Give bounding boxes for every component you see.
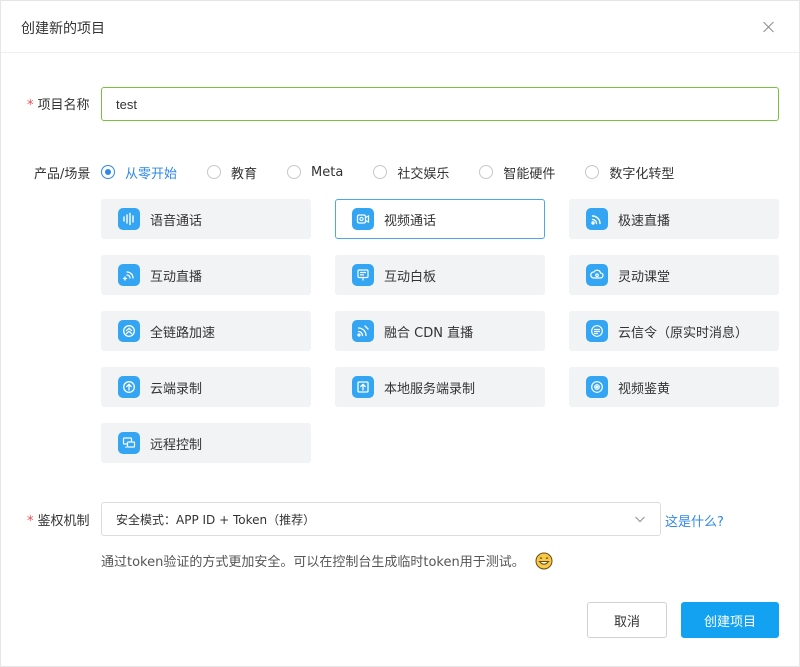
dialog-header: 创建新的项目 xyxy=(1,1,799,53)
auth-label: * 鉴权机制 xyxy=(27,510,90,529)
broadcast-icon xyxy=(586,208,608,230)
radio-dot xyxy=(479,165,494,179)
product-card-label: 灵动课堂 xyxy=(618,269,671,285)
close-icon[interactable] xyxy=(759,17,779,37)
scene-radio-label: 从零开始 xyxy=(125,166,178,182)
cancel-button[interactable]: 取消 xyxy=(587,602,667,638)
auth-hint: 通过token验证的方式更加安全。可以在控制台生成临时token用于测试。 xyxy=(101,551,553,570)
product-card-label: 视频鉴黄 xyxy=(618,381,671,397)
required-mark: * xyxy=(27,514,34,529)
radio-dot xyxy=(373,165,388,179)
radio-dot xyxy=(101,165,115,179)
product-card-label: 全链路加速 xyxy=(150,325,216,341)
product-card-full-link-acceleration[interactable]: 全链路加速 xyxy=(101,311,311,351)
local-record-icon xyxy=(352,376,374,398)
scene-radio-digital-transform[interactable]: 数字化转型 xyxy=(585,163,674,182)
project-name-label: * 项目名称 xyxy=(27,94,90,113)
product-card-whiteboard[interactable]: 互动白板 xyxy=(335,255,545,295)
scene-label: 产品/场景 xyxy=(34,167,91,182)
project-name-label-text: 项目名称 xyxy=(37,98,90,113)
product-card-fast-live[interactable]: 极速直播 xyxy=(569,199,779,239)
scene-radio-label: 社交娱乐 xyxy=(397,166,450,182)
product-card-label: 互动直播 xyxy=(150,269,203,285)
radio-dot xyxy=(287,165,302,179)
product-card-remote-control[interactable]: 远程控制 xyxy=(101,423,311,463)
cdn-live-icon xyxy=(352,320,374,342)
product-card-label: 云信令（原实时消息） xyxy=(618,325,749,341)
interactive-live-icon xyxy=(118,264,140,286)
scene-radio-education[interactable]: 教育 xyxy=(207,163,257,182)
create-project-dialog: 创建新的项目 *项目名称 产品/场景 从零开始 教育 Meta 社交娱乐 智能硬… xyxy=(0,0,800,667)
message-icon xyxy=(586,320,608,342)
product-card-label: 云端录制 xyxy=(150,381,203,397)
content-moderation-icon xyxy=(586,376,608,398)
classroom-icon xyxy=(586,264,608,286)
product-card-interactive-live[interactable]: 互动直播 xyxy=(101,255,311,295)
product-card-label: 视频通话 xyxy=(384,213,437,229)
scene-radio-group: 从零开始 教育 Meta 社交娱乐 智能硬件 数字化转型 xyxy=(101,162,704,182)
product-card-cloud-signaling[interactable]: 云信令（原实时消息） xyxy=(569,311,779,351)
acceleration-icon xyxy=(118,320,140,342)
smile-emoji-icon xyxy=(535,552,553,569)
required-mark: * xyxy=(27,98,34,113)
remote-control-icon xyxy=(118,432,140,454)
product-card-local-recording[interactable]: 本地服务端录制 xyxy=(335,367,545,407)
what-is-this-link[interactable]: 这是什么? xyxy=(665,511,724,530)
scene-radio-label: Meta xyxy=(311,164,344,180)
product-card-video-call[interactable]: 视频通话 xyxy=(335,199,545,239)
product-card-classroom[interactable]: 灵动课堂 xyxy=(569,255,779,295)
product-card-label: 极速直播 xyxy=(618,213,671,229)
product-card-label: 互动白板 xyxy=(384,269,437,285)
product-card-label: 语音通话 xyxy=(150,213,203,229)
voice-wave-icon xyxy=(118,208,140,230)
auth-mode-value: 安全模式：APP ID + Token（推荐） xyxy=(116,512,316,527)
scene-radio-from-scratch[interactable]: 从零开始 xyxy=(101,163,177,182)
chevron-down-icon xyxy=(635,516,645,523)
scene-radio-social[interactable]: 社交娱乐 xyxy=(373,163,449,182)
product-card-cdn-live[interactable]: 融合 CDN 直播 xyxy=(335,311,545,351)
auth-label-text: 鉴权机制 xyxy=(37,514,90,529)
product-card-label: 远程控制 xyxy=(150,437,203,453)
product-card-content-moderation[interactable]: 视频鉴黄 xyxy=(569,367,779,407)
scene-radio-label: 智能硬件 xyxy=(503,166,556,182)
product-card-cloud-recording[interactable]: 云端录制 xyxy=(101,367,311,407)
scene-radio-meta[interactable]: Meta xyxy=(287,165,343,180)
product-card-label: 本地服务端录制 xyxy=(384,381,476,397)
scene-radio-smart-hardware[interactable]: 智能硬件 xyxy=(479,163,555,182)
project-name-input[interactable] xyxy=(101,87,779,121)
product-card-voice-call[interactable]: 语音通话 xyxy=(101,199,311,239)
radio-dot xyxy=(207,165,222,179)
product-card-grid: 语音通话 视频通话 极速直播 互动直播 互动白板 灵动课堂 全链路加速 融合 C… xyxy=(101,199,779,463)
scene-radio-label: 教育 xyxy=(231,166,258,182)
scene-radio-label: 数字化转型 xyxy=(609,166,675,182)
radio-dot xyxy=(585,165,600,179)
create-project-button[interactable]: 创建项目 xyxy=(681,602,779,638)
auth-mode-select[interactable]: 安全模式：APP ID + Token（推荐） xyxy=(101,502,661,536)
whiteboard-icon xyxy=(352,264,374,286)
dialog-title: 创建新的项目 xyxy=(21,21,105,37)
product-card-label: 融合 CDN 直播 xyxy=(384,325,474,341)
auth-hint-text: 通过token验证的方式更加安全。可以在控制台生成临时token用于测试。 xyxy=(101,555,525,570)
video-camera-icon xyxy=(352,208,374,230)
cloud-record-icon xyxy=(118,376,140,398)
